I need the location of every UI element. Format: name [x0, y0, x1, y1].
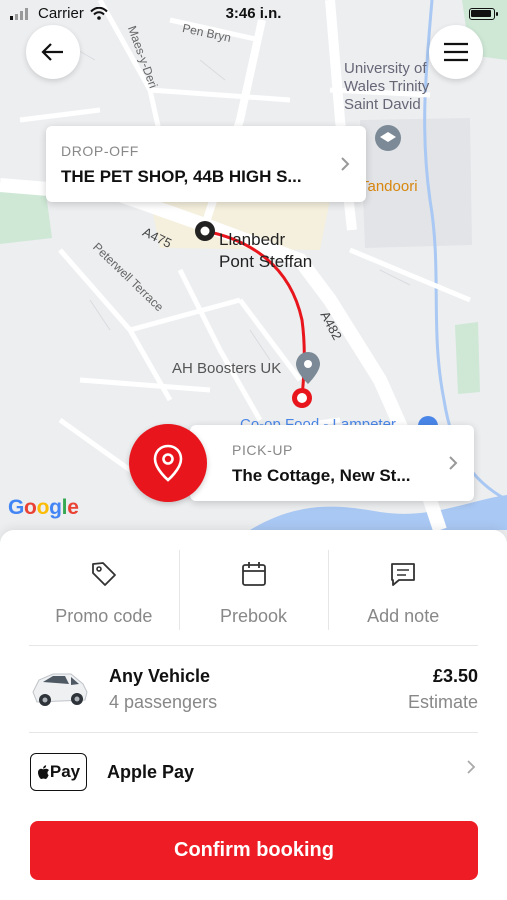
- promo-code-label: Promo code: [55, 606, 153, 626]
- menu-button[interactable]: [429, 25, 483, 79]
- battery-icon: [469, 8, 495, 20]
- promo-code-button[interactable]: Promo code: [29, 550, 179, 646]
- apple-pay-badge: Pay: [30, 753, 87, 791]
- map-label-university: University of Wales Trinity Saint David: [344, 60, 430, 113]
- dropoff-card[interactable]: DROP-OFF THE PET SHOP, 44B HIGH S...: [46, 126, 366, 202]
- pickup-card[interactable]: PICK-UP The Cottage, New St...: [190, 425, 474, 501]
- prebook-button[interactable]: Prebook: [178, 550, 329, 646]
- location-pin-icon: [153, 444, 183, 482]
- pickup-pin-button[interactable]: [129, 424, 207, 502]
- calendar-icon: [241, 562, 266, 586]
- payment-row[interactable]: Pay Apple Pay: [29, 750, 478, 794]
- google-logo: Google: [8, 496, 79, 519]
- divider: [29, 645, 478, 646]
- hamburger-menu-icon: [444, 42, 468, 62]
- status-bar: Carrier 3:46 i.n.: [0, 0, 507, 28]
- prebook-label: Prebook: [219, 606, 288, 626]
- map-label-ah-boosters: AH Boosters UK: [172, 360, 282, 377]
- add-note-label: Add note: [367, 606, 440, 626]
- back-button[interactable]: [26, 25, 80, 79]
- confirm-booking-button[interactable]: Confirm booking: [30, 821, 478, 880]
- message-icon: [391, 563, 416, 586]
- chevron-right-icon: [341, 157, 350, 171]
- divider: [29, 732, 478, 733]
- vehicle-passengers: 4 passengers: [109, 692, 218, 712]
- arrow-left-icon: [41, 43, 63, 61]
- map-label-town: Llanbedr Pont Steffan: [219, 230, 313, 271]
- apple-logo-icon: [37, 764, 49, 779]
- pickup-caption: PICK-UP: [232, 442, 293, 458]
- price-note: Estimate: [407, 692, 478, 712]
- map-label-tandoori: Tandoori: [360, 178, 418, 195]
- price-value: £3.50: [432, 666, 478, 686]
- vehicle-name: Any Vehicle: [109, 666, 211, 686]
- booking-sheet: Promo code Prebook Add note Any Vehicle …: [0, 530, 507, 900]
- map-view[interactable]: Pen Bryn Maes-y-Deri University of Wales…: [0, 0, 507, 560]
- dropoff-address: THE PET SHOP, 44B HIGH S...: [61, 167, 302, 186]
- tag-icon: [91, 562, 116, 586]
- payment-method-label: Apple Pay: [107, 762, 195, 782]
- action-row: Promo code Prebook Add note: [29, 550, 478, 646]
- chevron-right-icon: [449, 456, 458, 470]
- dropoff-caption: DROP-OFF: [61, 143, 139, 159]
- vehicle-row[interactable]: Any Vehicle 4 passengers £3.50 Estimate: [29, 658, 478, 728]
- status-time: 3:46 i.n.: [225, 5, 282, 22]
- car-icon: [32, 673, 88, 706]
- add-note-button[interactable]: Add note: [328, 550, 478, 646]
- apple-pay-badge-label: Pay: [49, 762, 81, 781]
- chevron-right-icon: [467, 760, 476, 774]
- pickup-address: The Cottage, New St...: [232, 466, 411, 485]
